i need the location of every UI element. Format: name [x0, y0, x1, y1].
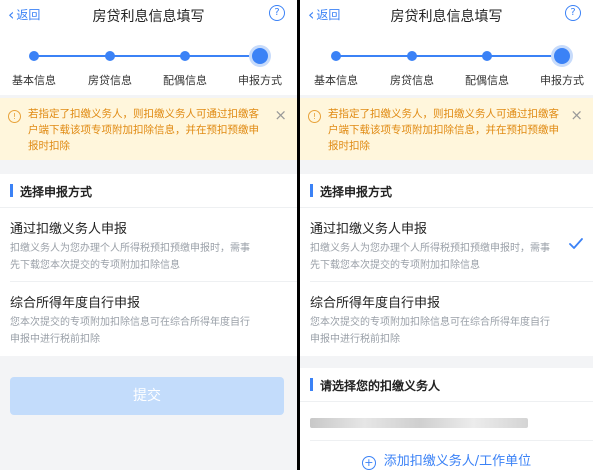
step-label-spouse: 配偶信息 [465, 74, 509, 87]
nav-bar: ‹ 返回 房贷利息信息填写 ? [0, 0, 297, 30]
step-line [336, 55, 562, 57]
section-title: 选择申报方式 [320, 185, 393, 199]
help-icon[interactable]: ? [565, 5, 581, 21]
screen-right: ‹ 返回 房贷利息信息填写 ? 基本信息 房贷信息 配偶信息 申报方式 ! 若指… [300, 0, 593, 470]
section-header: 选择申报方式 [0, 174, 297, 208]
step-label-loan: 房贷信息 [390, 74, 434, 87]
section-header: 请选择您的扣缴义务人 [300, 368, 593, 402]
submit-button[interactable]: 提交 [10, 377, 284, 415]
option-withholder[interactable]: 通过扣缴义务人申报 扣缴义务人为您办理个人所得税预扣预缴申报时，需事先下载您本次… [0, 208, 297, 282]
step-label-method: 申报方式 [238, 74, 282, 87]
nav-bar: ‹ 返回 房贷利息信息填写 ? [300, 0, 593, 30]
divider [310, 440, 593, 441]
progress-steps: 基本信息 房贷信息 配偶信息 申报方式 [0, 30, 297, 95]
warning-icon: ! [308, 110, 321, 123]
section-accent-bar [10, 184, 13, 197]
step-line [34, 55, 260, 57]
notice-banner: ! 若指定了扣缴义务人，则扣缴义务人可通过扣缴客户端下载该项专项附加扣除信息，并… [0, 98, 297, 160]
section-title: 请选择您的扣缴义务人 [320, 379, 441, 393]
step-label-basic: 基本信息 [314, 74, 358, 87]
option-withholder-selected[interactable]: 通过扣缴义务人申报 扣缴义务人为您办理个人所得税预扣预缴申报时，需事先下载您本次… [300, 208, 593, 282]
method-card: 选择申报方式 通过扣缴义务人申报 扣缴义务人为您办理个人所得税预扣预缴申报时，需… [300, 174, 593, 356]
screen-left: ‹ 返回 房贷利息信息填写 ? 基本信息 房贷信息 配偶信息 申报方式 ! 若指… [0, 0, 297, 470]
option-title: 综合所得年度自行申报 [310, 296, 441, 311]
method-card: 选择申报方式 通过扣缴义务人申报 扣缴义务人为您办理个人所得税预扣预缴申报时，需… [0, 174, 297, 356]
section-title: 选择申报方式 [20, 185, 93, 199]
page-title: 房贷利息信息填写 [92, 9, 205, 25]
close-icon[interactable]: × [570, 108, 583, 123]
option-title: 通过扣缴义务人申报 [10, 222, 128, 237]
step-dot-4-active [252, 48, 268, 64]
help-icon[interactable]: ? [269, 5, 285, 21]
step-dot-4-active [554, 48, 570, 64]
notice-text: 若指定了扣缴义务人，则扣缴义务人可通过扣缴客户端下载该项专项附加扣除信息，并在预… [328, 108, 559, 152]
page-title: 房贷利息信息填写 [390, 9, 503, 25]
option-desc: 您本次提交的专项附加扣除信息可在综合所得年度自行申报中进行税前扣除 [10, 317, 250, 345]
section-accent-bar [310, 184, 313, 197]
option-desc: 扣缴义务人为您办理个人所得税预扣预缴申报时，需事先下载您本次提交的专项附加扣除信… [310, 243, 550, 271]
option-desc: 您本次提交的专项附加扣除信息可在综合所得年度自行申报中进行税前扣除 [310, 317, 550, 345]
progress-steps: 基本信息 房贷信息 配偶信息 申报方式 [300, 30, 593, 95]
plus-circle-icon: + [361, 456, 376, 470]
section-header: 选择申报方式 [300, 174, 593, 208]
option-self-declare[interactable]: 综合所得年度自行申报 您本次提交的专项附加扣除信息可在综合所得年度自行申报中进行… [0, 282, 297, 356]
notice-banner: ! 若指定了扣缴义务人，则扣缴义务人可通过扣缴客户端下载该项专项附加扣除信息，并… [300, 98, 593, 160]
withholder-item-redacted[interactable] [310, 418, 528, 428]
step-dot-2 [407, 51, 417, 61]
check-icon [569, 238, 583, 249]
add-withholder-button[interactable]: + 添加扣缴义务人/工作单位 [300, 450, 593, 470]
step-dot-1 [331, 51, 341, 61]
option-title: 综合所得年度自行申报 [10, 296, 141, 311]
step-label-loan: 房贷信息 [88, 74, 132, 87]
add-withholder-label: 添加扣缴义务人/工作单位 [383, 454, 532, 469]
step-dot-2 [105, 51, 115, 61]
option-desc: 扣缴义务人为您办理个人所得税预扣预缴申报时，需事先下载您本次提交的专项附加扣除信… [10, 243, 250, 271]
step-label-basic: 基本信息 [12, 74, 56, 87]
warning-icon: ! [8, 110, 21, 123]
withholder-card: 请选择您的扣缴义务人 + 添加扣缴义务人/工作单位 [300, 368, 593, 470]
step-dot-1 [29, 51, 39, 61]
step-label-spouse: 配偶信息 [163, 74, 207, 87]
close-icon[interactable]: × [274, 108, 287, 123]
section-accent-bar [310, 378, 313, 391]
notice-text: 若指定了扣缴义务人，则扣缴义务人可通过扣缴客户端下载该项专项附加扣除信息，并在预… [28, 108, 259, 152]
step-dot-3 [180, 51, 190, 61]
option-self-declare[interactable]: 综合所得年度自行申报 您本次提交的专项附加扣除信息可在综合所得年度自行申报中进行… [300, 282, 593, 356]
step-label-method: 申报方式 [540, 74, 584, 87]
step-dot-3 [482, 51, 492, 61]
option-title: 通过扣缴义务人申报 [310, 222, 428, 237]
